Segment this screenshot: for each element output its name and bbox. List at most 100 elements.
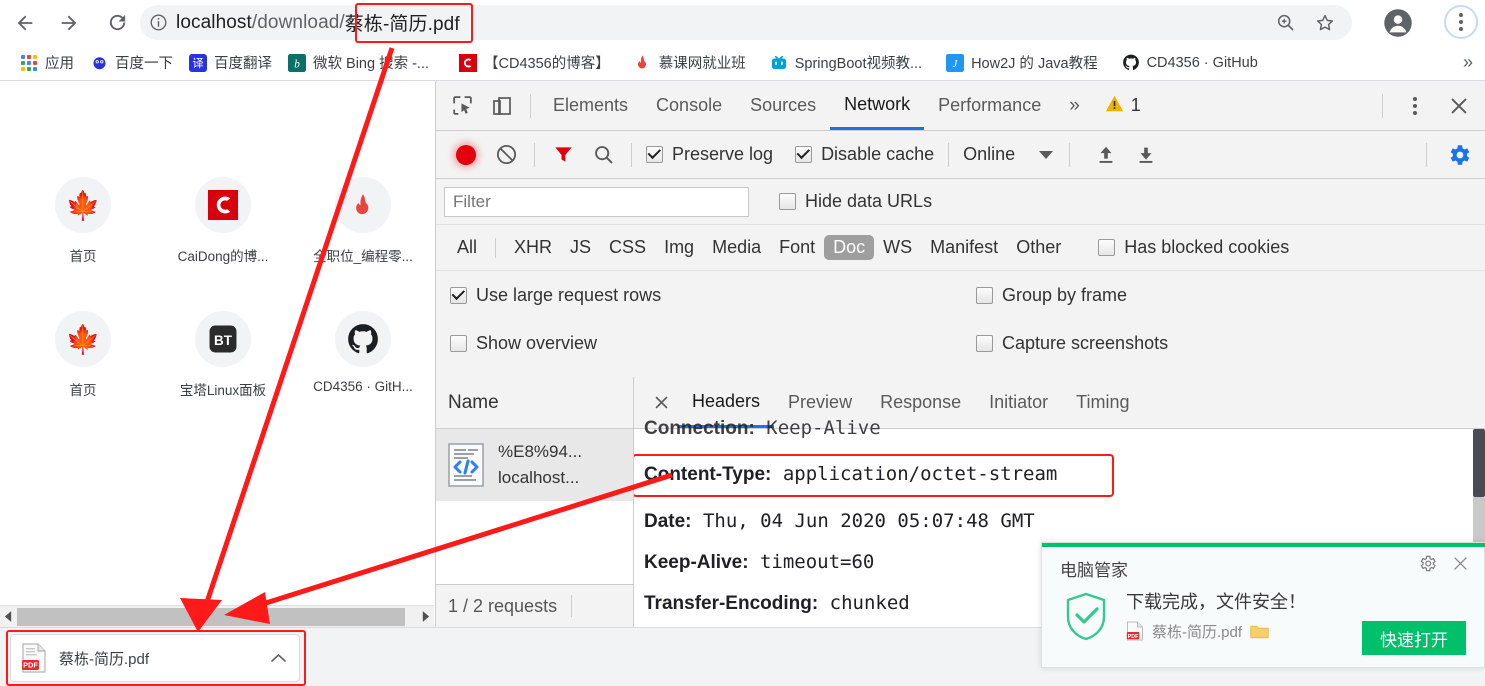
preserve-log-option[interactable]: Preserve log	[646, 144, 773, 165]
detail-tab-response[interactable]: Response	[866, 377, 975, 428]
filter-button[interactable]	[543, 135, 583, 175]
group-by-frame-option[interactable]: Group by frame	[976, 285, 1127, 306]
page-horizontal-scrollbar[interactable]	[0, 605, 434, 628]
type-filter-css[interactable]: CSS	[600, 235, 655, 260]
device-toolbar-icon[interactable]	[482, 86, 522, 126]
request-row[interactable]: %E8%94... localhost...	[436, 429, 633, 501]
scrollbar-track[interactable]	[17, 605, 417, 628]
header-value: chunked	[829, 592, 910, 614]
shortcut-tile[interactable]: CaiDong的博...	[153, 177, 293, 265]
csdn-c-icon	[195, 177, 251, 233]
group-by-frame-checkbox[interactable]	[976, 286, 993, 304]
bookmark-baidu[interactable]: 百度一下	[82, 49, 181, 76]
bookmarks-overflow-icon[interactable]: »	[1463, 52, 1473, 73]
type-filter-xhr[interactable]: XHR	[505, 235, 561, 260]
type-filter-manifest[interactable]: Manifest	[921, 235, 1007, 260]
url-text[interactable]: localhost/download/蔡栋-简历.pdf	[176, 9, 460, 36]
request-list-header[interactable]: Name	[436, 377, 633, 429]
detail-tab-initiator[interactable]: Initiator	[975, 377, 1062, 428]
type-filter-other[interactable]: Other	[1007, 235, 1070, 260]
disable-cache-option[interactable]: Disable cache	[795, 144, 934, 165]
warning-indicator[interactable]: 1	[1104, 94, 1141, 118]
export-har-button[interactable]	[1126, 135, 1166, 175]
devtools-vertical-scrollbar-thumb[interactable]	[1473, 429, 1485, 497]
type-filter-doc[interactable]: Doc	[824, 235, 875, 260]
shortcut-tile[interactable]: CD4356 · GitH...	[293, 311, 433, 399]
toast-file-row[interactable]: PDF 蔡栋-简历.pdf	[1126, 621, 1306, 642]
profile-avatar[interactable]	[1383, 8, 1413, 38]
type-filter-js[interactable]: JS	[561, 235, 600, 260]
bookmark-label: CD4356 · GitHub	[1146, 54, 1258, 71]
star-icon[interactable]	[1314, 12, 1336, 34]
quick-open-button[interactable]: 快速打开	[1362, 621, 1466, 655]
bookmark-github[interactable]: CD4356 · GitHub	[1114, 51, 1266, 75]
type-filter-ws[interactable]: WS	[874, 235, 921, 260]
throttling-dropdown[interactable]: Online	[963, 144, 1054, 165]
chevron-up-icon[interactable]	[267, 653, 289, 663]
hide-data-urls-option[interactable]: Hide data URLs	[779, 191, 932, 212]
close-x-icon[interactable]	[1451, 554, 1470, 578]
back-button[interactable]	[6, 4, 44, 42]
address-bar[interactable]: localhost/download/蔡栋-简历.pdf	[140, 5, 1352, 40]
show-overview-option[interactable]: Show overview	[450, 333, 597, 354]
import-har-button[interactable]	[1086, 135, 1126, 175]
capture-screenshots-checkbox[interactable]	[976, 334, 993, 352]
shortcut-tile[interactable]: 🍁 首页	[13, 311, 153, 399]
hide-data-urls-checkbox[interactable]	[779, 193, 796, 210]
bookmark-imooc[interactable]: 慕课网就业班	[626, 49, 754, 76]
shortcut-tile[interactable]: 全职位_编程零...	[293, 177, 433, 265]
chevron-down-icon[interactable]	[1039, 144, 1054, 165]
document-code-icon	[446, 442, 488, 488]
tab-network[interactable]: Network	[830, 81, 925, 130]
has-blocked-cookies-checkbox[interactable]	[1098, 239, 1116, 256]
type-filter-media[interactable]: Media	[703, 235, 770, 260]
shortcut-label: 首页	[69, 249, 97, 264]
forward-button[interactable]	[50, 4, 88, 42]
gear-settings-icon[interactable]	[1418, 554, 1437, 578]
shortcut-tile[interactable]: BT 宝塔Linux面板	[153, 311, 293, 399]
zoom-in-icon[interactable]	[1275, 12, 1296, 33]
tab-console[interactable]: Console	[642, 81, 736, 130]
record-button[interactable]	[446, 135, 486, 175]
search-button[interactable]	[583, 135, 623, 175]
tab-sources[interactable]: Sources	[736, 81, 830, 130]
detail-tab-timing[interactable]: Timing	[1062, 377, 1143, 428]
tab-performance[interactable]: Performance	[924, 81, 1055, 130]
chrome-menu-button[interactable]	[1444, 5, 1478, 39]
type-filter-img[interactable]: Img	[655, 235, 703, 260]
inspect-element-icon[interactable]	[442, 86, 482, 126]
devtools-menu-button[interactable]	[1395, 86, 1435, 126]
bookmark-bing[interactable]: b 微软 Bing 搜索 -...	[280, 49, 437, 76]
filter-input[interactable]	[444, 186, 749, 217]
capture-screenshots-option[interactable]: Capture screenshots	[976, 333, 1168, 354]
has-blocked-cookies-option[interactable]: Has blocked cookies	[1098, 237, 1289, 258]
network-settings-button[interactable]	[1439, 135, 1479, 175]
header-name: Content-Type:	[644, 464, 772, 485]
preserve-log-checkbox[interactable]	[646, 146, 663, 163]
bookmark-apps[interactable]: 应用	[12, 49, 82, 76]
bookmark-how2j[interactable]: J How2J 的 Java教程	[938, 49, 1106, 76]
maple-leaf-icon: 🍁	[55, 177, 111, 233]
site-info-icon[interactable]	[140, 13, 176, 32]
download-item[interactable]: PDF 蔡栋-简历.pdf	[10, 634, 300, 682]
type-filter-all[interactable]: All	[448, 235, 486, 260]
shortcut-tile[interactable]: 🍁 首页	[13, 177, 153, 265]
show-overview-checkbox[interactable]	[450, 334, 467, 352]
bookmark-csdn-blog[interactable]: 【CD4356的博客】	[451, 49, 618, 76]
scroll-left-arrow[interactable]	[0, 606, 17, 628]
scroll-right-arrow[interactable]	[417, 606, 434, 628]
folder-icon[interactable]	[1250, 624, 1269, 639]
clear-button[interactable]	[486, 135, 526, 175]
disable-cache-checkbox[interactable]	[795, 146, 813, 163]
type-filter-font[interactable]: Font	[770, 235, 824, 260]
reload-button[interactable]	[98, 4, 136, 42]
bookmark-baidu-translate[interactable]: 译 百度翻译	[181, 49, 280, 76]
scrollbar-thumb[interactable]	[17, 607, 405, 626]
request-domain: localhost...	[498, 468, 580, 487]
more-tabs-icon[interactable]: »	[1055, 81, 1094, 130]
tab-elements[interactable]: Elements	[539, 81, 642, 130]
bookmark-springboot[interactable]: SpringBoot视频教...	[762, 49, 930, 76]
use-large-request-rows-option[interactable]: Use large request rows	[450, 285, 661, 306]
use-large-request-rows-checkbox[interactable]	[450, 286, 467, 304]
devtools-close-button[interactable]	[1439, 86, 1479, 126]
